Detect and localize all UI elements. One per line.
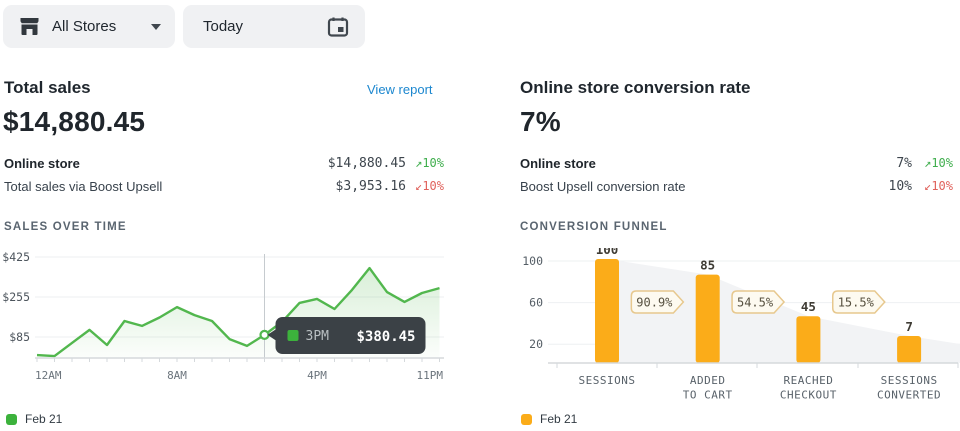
svg-text:8AM: 8AM (167, 369, 187, 382)
metric-row-boost-upsell-sales: Total sales via Boost Upsell $3,953.16 ↙… (4, 179, 444, 195)
svg-text:SESSIONS: SESSIONS (579, 374, 636, 387)
metric-label: Online store (520, 156, 596, 171)
legend-swatch-orange (521, 414, 532, 425)
svg-text:100: 100 (522, 254, 543, 268)
conversion-rate-value: 7% (520, 106, 561, 138)
funnel-chart-legend: Feb 21 (521, 412, 577, 426)
svg-text:$255: $255 (2, 290, 30, 304)
svg-text:ADDED: ADDED (690, 374, 726, 387)
metric-delta: ↙10% (924, 179, 953, 193)
metric-label: Online store (4, 156, 80, 171)
svg-text:12AM: 12AM (35, 369, 62, 382)
metric-row-online-store-sales: Online store $14,880.45 ↗10% (4, 156, 444, 172)
funnel-bar (595, 259, 619, 363)
analytics-dashboard: All Stores Today Total sales View report… (0, 0, 960, 431)
svg-text:100: 100 (596, 248, 619, 257)
svg-text:54.5%: 54.5% (737, 296, 774, 310)
metric-row-boost-upsell-rate: Boost Upsell conversion rate 10% ↙10% (520, 179, 953, 195)
metric-label: Boost Upsell conversion rate (520, 179, 685, 194)
svg-text:REACHED: REACHED (783, 374, 833, 387)
svg-text:$85: $85 (9, 330, 30, 344)
date-selector-label: Today (203, 18, 243, 35)
svg-text:20: 20 (529, 337, 543, 351)
metric-row-online-store-rate: Online store 7% ↗10% (520, 156, 953, 172)
svg-text:$425: $425 (2, 250, 30, 264)
sales-over-time-chart[interactable]: $425 $255 $85 12AM 8AM 4PM 11PM 3PM $380.45 (0, 248, 452, 386)
conversion-funnel-chart[interactable]: 100 60 20 100 85 45 7 90.9% 54.5% 15.5% SESSIONS AD… (515, 248, 960, 408)
metric-value: 7% (896, 156, 912, 171)
funnel-bar (696, 275, 720, 363)
metric-value: $14,880.45 (328, 156, 406, 171)
total-sales-value: $14,880.45 (3, 106, 145, 138)
funnel-bar (796, 316, 820, 363)
legend-label: Feb 21 (540, 412, 577, 426)
metric-delta: ↗10% (415, 156, 444, 170)
chevron-down-icon (151, 24, 161, 30)
conversion-funnel-heading: CONVERSION FUNNEL (520, 221, 668, 233)
metric-label: Total sales via Boost Upsell (4, 179, 162, 194)
svg-text:15.5%: 15.5% (838, 296, 875, 310)
svg-text:4PM: 4PM (307, 369, 327, 382)
funnel-bar (897, 336, 921, 363)
conversion-rate-title: Online store conversion rate (520, 78, 751, 98)
svg-text:SESSIONS: SESSIONS (881, 374, 938, 387)
calendar-icon (327, 16, 349, 38)
legend-label: Feb 21 (25, 412, 62, 426)
svg-text:TO CART: TO CART (683, 389, 733, 402)
metric-delta: ↗10% (924, 156, 953, 170)
date-selector-button[interactable]: Today (183, 5, 365, 48)
svg-text:CHECKOUT: CHECKOUT (780, 389, 837, 402)
view-report-link[interactable]: View report (367, 82, 433, 97)
svg-text:7: 7 (905, 319, 913, 334)
store-selector-label: All Stores (52, 18, 116, 35)
sales-over-time-heading: SALES OVER TIME (4, 221, 127, 233)
metric-value: $3,953.16 (336, 179, 406, 194)
metric-delta: ↙10% (415, 179, 444, 193)
svg-text:60: 60 (529, 296, 543, 310)
chart-tooltip: 3PM $380.45 (268, 317, 426, 354)
svg-text:$380.45: $380.45 (356, 329, 415, 345)
metric-value: 10% (889, 179, 912, 194)
svg-text:90.9%: 90.9% (636, 296, 673, 310)
store-selector-button[interactable]: All Stores (3, 5, 175, 48)
svg-text:CONVERTED: CONVERTED (877, 389, 941, 402)
svg-text:45: 45 (801, 299, 816, 314)
sales-chart-legend: Feb 21 (6, 412, 62, 426)
storefront-icon (19, 17, 40, 36)
legend-swatch-green (6, 414, 17, 425)
total-sales-title: Total sales (4, 78, 91, 98)
svg-text:85: 85 (700, 258, 715, 273)
svg-text:3PM: 3PM (306, 329, 330, 344)
svg-text:11PM: 11PM (417, 369, 444, 382)
